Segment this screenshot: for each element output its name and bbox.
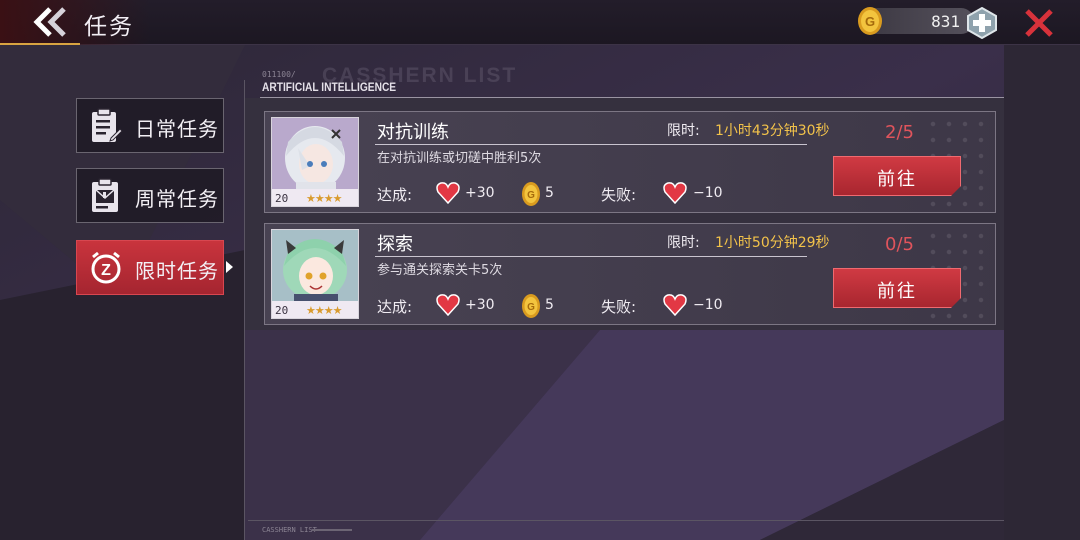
clipboard-icon xyxy=(92,108,123,142)
success-heart-reward: +30 xyxy=(465,185,495,201)
character-stars: ★★★★ xyxy=(306,304,342,317)
menu-item-label: 限时任务 xyxy=(135,259,219,283)
heart-icon xyxy=(436,182,460,204)
character-level: 20 xyxy=(275,192,289,205)
svg-text:G: G xyxy=(527,190,535,201)
z-alarm-icon: Z xyxy=(91,251,121,284)
gold-coin-icon: G xyxy=(522,294,540,318)
menu-item-limited-tasks[interactable]: Z 限时任务 xyxy=(76,240,224,295)
character-stars: ★★★★ xyxy=(306,192,342,205)
time-limit-label: 限时: xyxy=(667,123,700,139)
task-rule xyxy=(375,256,807,257)
task-name: 探索 xyxy=(377,234,413,255)
currency-amount: 831 xyxy=(931,12,960,31)
panel-code: 011100/ xyxy=(262,70,296,79)
task-card: 20 ★★★★ 探索 限时: 1小时50分钟29秒 参与通关探索关卡5次 0/5… xyxy=(264,223,996,325)
go-button[interactable]: 前往 xyxy=(833,156,961,196)
footer-rule xyxy=(248,520,1004,521)
task-progress: 0/5 xyxy=(885,234,914,255)
task-name: 对抗训练 xyxy=(377,122,449,143)
panel-rule xyxy=(260,97,1004,98)
active-menu-pointer xyxy=(226,261,233,273)
fail-heart-penalty: −10 xyxy=(693,297,723,313)
time-limit-value: 1小时43分钟30秒 xyxy=(715,123,830,139)
menu-item-label: 日常任务 xyxy=(135,117,219,141)
double-chevron-left-icon xyxy=(33,7,66,37)
plus-icon xyxy=(967,6,997,40)
gold-coin-icon: G xyxy=(856,5,884,37)
heart-icon xyxy=(663,182,687,204)
top-bar-underline xyxy=(0,43,80,45)
task-description: 参与通关探索关卡5次 xyxy=(377,263,503,278)
add-currency-button[interactable] xyxy=(966,6,998,40)
fail-heart-penalty: −10 xyxy=(693,185,723,201)
back-button[interactable] xyxy=(28,6,72,38)
fail-label: 失败: xyxy=(601,186,637,204)
mail-clipboard-icon xyxy=(92,178,118,212)
menu-item-weekly-tasks[interactable]: 周常任务 xyxy=(76,168,224,223)
menu-item-daily-tasks[interactable]: 日常任务 xyxy=(76,98,224,153)
gold-coin-icon: G xyxy=(522,182,540,206)
go-button-label: 前往 xyxy=(877,169,917,190)
character-level: 20 xyxy=(275,304,289,317)
time-limit-label: 限时: xyxy=(667,235,700,251)
heart-icon xyxy=(663,294,687,316)
close-button[interactable] xyxy=(1022,6,1056,40)
menu-item-label: 周常任务 xyxy=(135,187,219,211)
character-portrait: 20 ★★★★ xyxy=(271,229,359,319)
task-card: 20 ★★★★ 对抗训练 限时: 1小时43分钟30秒 在对抗训练或切磋中胜利5… xyxy=(264,111,996,213)
page-title: 任务 xyxy=(84,14,134,40)
character-portrait: 20 ★★★★ xyxy=(271,117,359,207)
footer-label: CASSHERN LIST xyxy=(262,526,317,534)
svg-text:G: G xyxy=(865,14,875,29)
panel-divider xyxy=(244,80,245,540)
success-coin-reward: 5 xyxy=(545,297,554,313)
heart-icon xyxy=(436,294,460,316)
close-icon xyxy=(1025,9,1053,37)
svg-text:G: G xyxy=(527,302,535,313)
panel-heading: ARTIFICIAL INTELLIGENCE xyxy=(262,80,397,94)
success-heart-reward: +30 xyxy=(465,297,495,313)
success-label: 达成: xyxy=(377,298,413,316)
task-progress: 2/5 xyxy=(885,122,914,143)
task-description: 在对抗训练或切磋中胜利5次 xyxy=(377,151,542,166)
fail-label: 失败: xyxy=(601,298,637,316)
success-label: 达成: xyxy=(377,186,413,204)
go-button[interactable]: 前往 xyxy=(833,268,961,308)
task-rule xyxy=(375,144,807,145)
footer-bar xyxy=(312,529,352,531)
success-coin-reward: 5 xyxy=(545,185,554,201)
time-limit-value: 1小时50分钟29秒 xyxy=(715,235,830,251)
svg-text:Z: Z xyxy=(101,262,111,279)
go-button-label: 前往 xyxy=(877,281,917,302)
